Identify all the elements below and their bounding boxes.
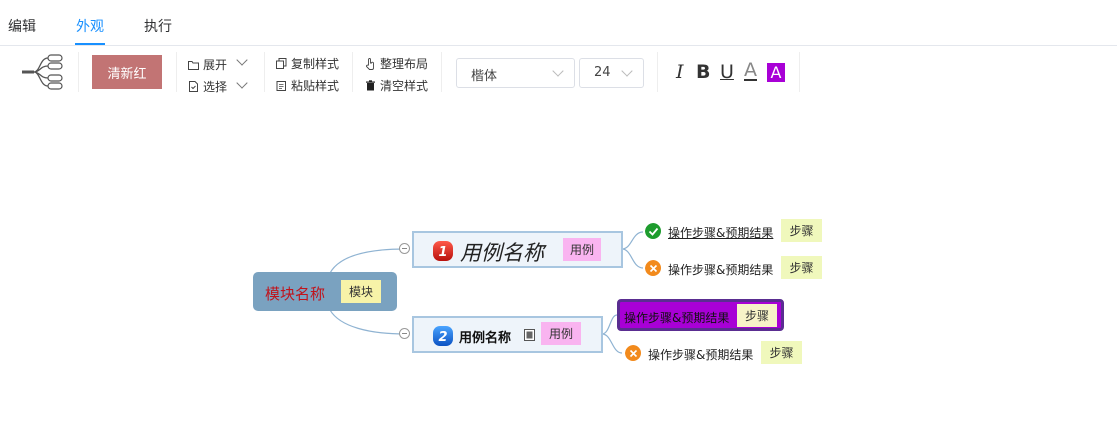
root-tag: 模块 [341,280,381,303]
case-node-1[interactable]: 1 用例名称 用例 [412,231,623,268]
connector-line [329,248,406,274]
root-label: 模块名称 [265,285,326,303]
step-text: 操作步骤&预期结果 [624,311,730,325]
step-tag: 步骤 [737,304,777,327]
case-2-tag: 用例 [541,322,581,345]
connector-line [601,314,618,335]
step-tag: 步骤 [781,219,822,242]
selected-step-node[interactable]: 操作步骤&预期结果 步骤 [617,299,784,331]
connector-line [621,231,644,250]
root-node[interactable]: 模块名称 模块 [253,272,397,311]
collapse-toggle[interactable] [399,328,410,339]
close-circle-icon [625,345,641,361]
step-tag: 步骤 [781,256,822,279]
connector-line [621,248,644,269]
step-text[interactable]: 操作步骤&预期结果 [668,261,773,278]
collapse-toggle[interactable] [399,243,410,254]
step-tag: 步骤 [761,341,802,364]
priority-1-icon: 1 [433,241,453,261]
case-node-2[interactable]: 2 用例名称 用例 [412,316,603,353]
step-text[interactable]: 操作步骤&预期结果 [648,346,753,363]
case-1-tag: 用例 [563,238,601,261]
priority-2-icon: 2 [433,326,453,346]
close-circle-icon [645,260,661,276]
case-2-label: 用例名称 [459,331,512,346]
step-text[interactable]: 操作步骤&预期结果 [668,224,773,241]
svg-text:2: 2 [438,330,447,345]
connector-line [329,309,406,335]
check-icon [645,223,661,239]
mindmap-connectors [329,231,644,354]
case-1-label: 用例名称 [460,241,544,265]
note-icon [524,329,535,341]
connector-line [601,333,623,354]
svg-text:1: 1 [438,245,447,260]
